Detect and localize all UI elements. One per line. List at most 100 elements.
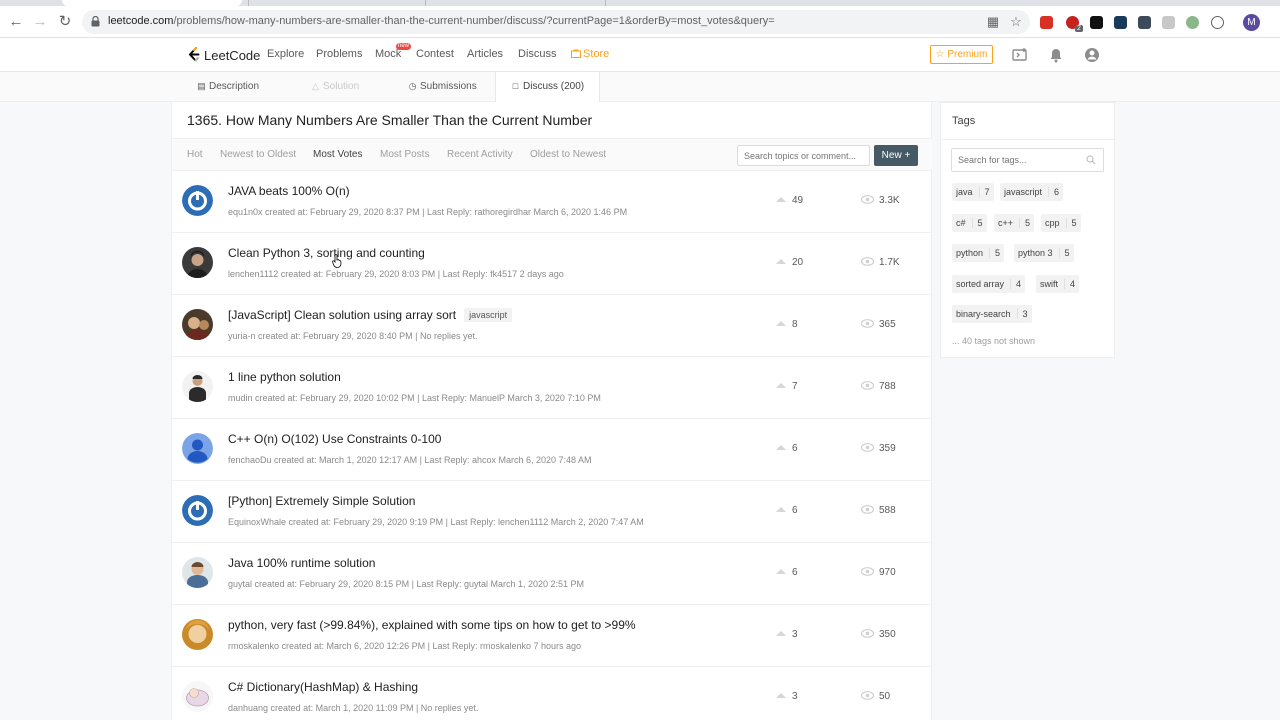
topic-title[interactable]: [Python] Extremely Simple Solution (228, 494, 415, 508)
topic-title[interactable]: Java 100% runtime solution (228, 556, 375, 570)
tags-not-shown[interactable]: ... 40 tags not shown (952, 336, 1035, 346)
topic-title[interactable]: [JavaScript] Clean solution using array … (228, 308, 513, 322)
url-text: leetcode.com/problems/how-many-numbers-a… (108, 15, 775, 27)
topic-title[interactable]: JAVA beats 100% O(n) (228, 184, 350, 198)
eye-icon (861, 629, 874, 638)
nav-articles[interactable]: Articles (467, 48, 503, 60)
nav-problems[interactable]: Problems (316, 48, 362, 60)
sort-hot[interactable]: Hot (187, 149, 203, 160)
extension-icon[interactable] (1162, 16, 1175, 29)
tag-javascript[interactable]: javascript 6 (1000, 183, 1064, 201)
translate-icon[interactable]: ▦ (985, 14, 1001, 30)
view-count: 1.7K (879, 257, 900, 268)
divider (941, 139, 1114, 140)
eye-icon (861, 443, 874, 452)
tag-python3[interactable]: python 35 (1014, 244, 1074, 262)
tag-sorted-array[interactable]: sorted array 4 (952, 275, 1026, 293)
upvote-icon[interactable] (776, 259, 786, 264)
upvote-icon[interactable] (776, 197, 786, 202)
tag-binary-search[interactable]: binary-search 3 (952, 305, 1032, 323)
sort-oldest[interactable]: Oldest to Newest (530, 149, 606, 160)
forward-icon[interactable]: → (31, 13, 49, 31)
upvote-icon[interactable] (776, 569, 786, 574)
vote-count: 6 (792, 505, 798, 516)
view-count: 50 (879, 691, 891, 702)
eye-icon (861, 319, 874, 328)
tab-description[interactable]: ▤ Description (197, 72, 259, 102)
upvote-icon[interactable] (776, 631, 786, 636)
upvote-icon[interactable] (776, 445, 786, 450)
bell-icon[interactable] (1048, 47, 1064, 63)
play-extension-icon[interactable] (1090, 16, 1103, 29)
upvote-icon[interactable] (776, 383, 786, 388)
upvote-icon[interactable] (776, 507, 786, 512)
leetcode-logo[interactable]: LeetCode (188, 46, 260, 64)
topic-meta: equ1n0x created at: February 29, 2020 8:… (228, 207, 628, 217)
topic-row[interactable]: Clean Python 3, sorting and counting len… (172, 233, 932, 295)
eye-icon (861, 195, 874, 204)
topic-title[interactable]: python, very fast (>99.84%), explained w… (228, 618, 636, 632)
upvote-icon[interactable] (776, 693, 786, 698)
search-topics-input[interactable] (737, 145, 870, 166)
topic-row[interactable]: [Python] Extremely Simple Solution Equin… (172, 481, 932, 543)
description-icon: ▤ (197, 81, 206, 91)
extension-icon[interactable] (1138, 16, 1151, 29)
sort-most-posts[interactable]: Most Posts (380, 149, 429, 160)
tag-csharp[interactable]: c# 5 (952, 214, 987, 232)
avatar (182, 433, 213, 464)
topic-row[interactable]: 1 line python solution mudin created at:… (172, 357, 932, 419)
address-bar[interactable]: leetcode.com/problems/how-many-numbers-a… (82, 10, 1030, 34)
topic-tag[interactable]: javascript (464, 308, 513, 322)
extension-icon[interactable] (1114, 16, 1127, 29)
extension-icon[interactable] (1040, 16, 1053, 29)
topic-title[interactable]: 1 line python solution (228, 370, 341, 384)
nav-explore[interactable]: Explore (267, 48, 304, 60)
nav-contest[interactable]: Contest (416, 48, 454, 60)
discuss-panel: 1365. How Many Numbers Are Smaller Than … (171, 102, 932, 720)
topic-row[interactable]: C# Dictionary(HashMap) & Hashing danhuan… (172, 667, 932, 720)
tag-search-input[interactable] (951, 148, 1104, 172)
vote-count: 7 (792, 381, 798, 392)
user-avatar-icon[interactable] (1084, 47, 1100, 63)
tag-cpp[interactable]: cpp 5 (1041, 214, 1081, 232)
tag-java[interactable]: java 7 (952, 183, 994, 201)
extension-icon[interactable] (1211, 16, 1224, 29)
tag-swift[interactable]: swift 4 (1036, 275, 1080, 293)
tab-solution[interactable]: △ Solution (311, 72, 359, 102)
topic-row[interactable]: python, very fast (>99.84%), explained w… (172, 605, 932, 667)
topic-meta: danhuang created at: March 1, 2020 11:09… (228, 703, 479, 713)
nav-store[interactable]: Store (571, 48, 609, 60)
playground-icon[interactable] (1012, 47, 1028, 63)
tag-python[interactable]: python 5 (952, 244, 1005, 262)
tag-cplusplus[interactable]: c++ 5 (994, 214, 1035, 232)
hand-cursor-icon (332, 254, 342, 268)
site-navbar: LeetCode Explore Problems Mock new Conte… (0, 38, 1280, 72)
topic-row[interactable]: C++ O(n) O(102) Use Constraints 0-100 fe… (172, 419, 932, 481)
eye-icon (861, 567, 874, 576)
sort-bar: Hot Newest to Oldest Most Votes Most Pos… (172, 138, 932, 171)
new-topic-button[interactable]: New + (874, 145, 918, 166)
extension-icon[interactable] (1186, 16, 1199, 29)
tab-submissions[interactable]: ◷ Submissions (408, 72, 477, 102)
topic-row[interactable]: [JavaScript] Clean solution using array … (172, 295, 932, 357)
star-icon[interactable]: ☆ (1008, 14, 1024, 30)
sort-most-votes[interactable]: Most Votes (313, 149, 362, 160)
topic-meta: mudin created at: February 29, 2020 10:0… (228, 393, 601, 403)
topic-meta: lenchen1112 created at: February 29, 202… (228, 269, 564, 279)
sort-newest[interactable]: Newest to Oldest (220, 149, 296, 160)
vote-count: 8 (792, 319, 798, 330)
nav-discuss[interactable]: Discuss (518, 48, 557, 60)
profile-avatar[interactable]: M (1243, 14, 1260, 31)
topic-title[interactable]: Clean Python 3, sorting and counting (228, 246, 425, 260)
topic-row[interactable]: Java 100% runtime solution guytal create… (172, 543, 932, 605)
tab-discuss[interactable]: □ Discuss (200) (495, 72, 601, 103)
upvote-icon[interactable] (776, 321, 786, 326)
topic-title[interactable]: C++ O(n) O(102) Use Constraints 0-100 (228, 432, 441, 446)
premium-button[interactable]: ☆ Premium (930, 45, 993, 64)
topic-row[interactable]: JAVA beats 100% O(n) equ1n0x created at:… (172, 171, 932, 233)
reload-icon[interactable]: ↻ (56, 13, 74, 31)
topic-title[interactable]: C# Dictionary(HashMap) & Hashing (228, 680, 418, 694)
back-icon[interactable]: ← (7, 13, 25, 31)
vote-count: 3 (792, 629, 798, 640)
sort-recent-activity[interactable]: Recent Activity (447, 149, 513, 160)
